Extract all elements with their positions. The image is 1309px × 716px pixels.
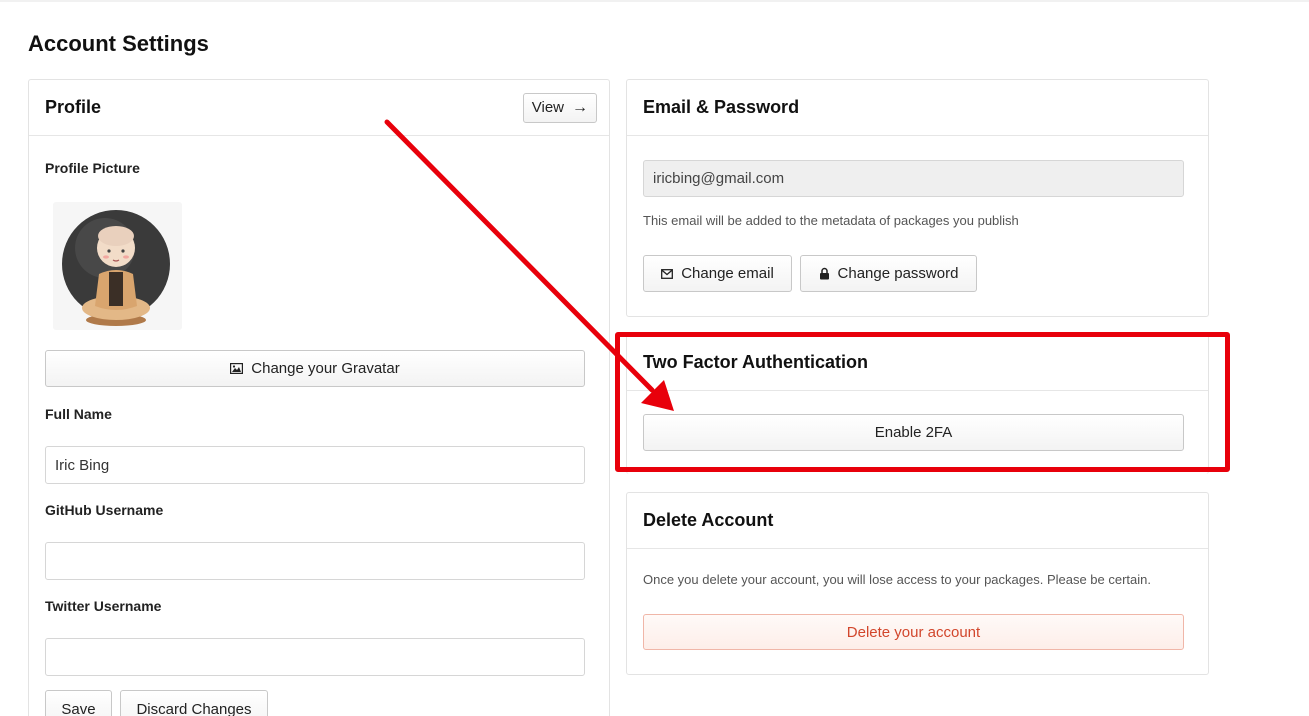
change-email-button[interactable]: Change email — [643, 255, 792, 292]
gravatar-label: Change your Gravatar — [251, 360, 400, 377]
github-username-input[interactable] — [45, 542, 585, 580]
lock-icon — [819, 267, 829, 280]
view-profile-button[interactable]: View → — [522, 92, 597, 123]
two-factor-card: Two Factor Authentication Enable 2FA — [626, 334, 1209, 474]
delete-account-card: Delete Account Once you delete your acco… — [626, 492, 1209, 675]
profile-card: Profile View → Profile Picture Change yo… — [28, 79, 610, 716]
github-username-label: GitHub Username — [45, 502, 164, 518]
email-password-card: Email & Password This email will be adde… — [626, 79, 1209, 317]
image-icon — [230, 363, 244, 374]
full-name-label: Full Name — [45, 406, 112, 422]
arrow-right-icon: → — [572, 98, 588, 116]
email-password-title: Email & Password — [643, 97, 800, 117]
avatar — [53, 202, 182, 330]
twitter-username-input[interactable] — [45, 638, 585, 676]
email-password-header: Email & Password — [627, 80, 1208, 136]
profile-title: Profile — [45, 97, 102, 117]
change-password-button[interactable]: Change password — [800, 255, 977, 292]
email-field[interactable] — [643, 160, 1184, 197]
twitter-username-label: Twitter Username — [45, 598, 162, 614]
profile-header: Profile View → — [29, 80, 609, 136]
discard-changes-button[interactable]: Discard Changes — [120, 690, 268, 716]
enable-2fa-button[interactable]: Enable 2FA — [643, 414, 1184, 451]
change-password-label: Change password — [837, 265, 959, 282]
delete-account-button[interactable]: Delete your account — [643, 614, 1184, 650]
change-gravatar-button[interactable]: Change your Gravatar — [45, 350, 585, 387]
delete-account-header: Delete Account — [627, 493, 1208, 549]
profile-picture-label: Profile Picture — [45, 160, 140, 176]
top-divider — [0, 0, 1309, 2]
avatar-image — [62, 210, 170, 326]
view-label: View — [531, 99, 564, 116]
delete-account-helper-text: Once you delete your account, you will l… — [643, 572, 1152, 587]
two-factor-header: Two Factor Authentication — [627, 335, 1208, 391]
save-button[interactable]: Save — [45, 690, 112, 716]
envelope-icon — [661, 268, 674, 279]
two-factor-title: Two Factor Authentication — [643, 352, 868, 372]
delete-account-title: Delete Account — [643, 510, 774, 530]
full-name-input[interactable] — [45, 446, 585, 484]
change-email-label: Change email — [681, 265, 774, 282]
page-title: Account Settings — [28, 31, 209, 56]
email-helper-text: This email will be added to the metadata… — [643, 213, 1019, 228]
